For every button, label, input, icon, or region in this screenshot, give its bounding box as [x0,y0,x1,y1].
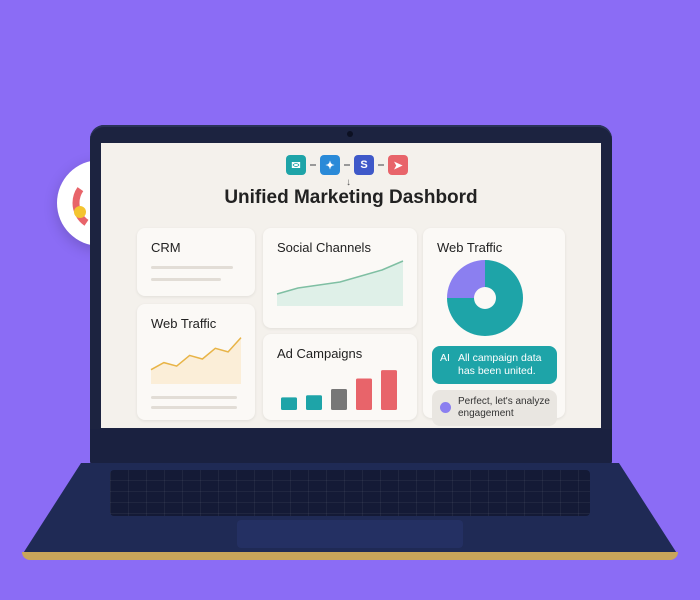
skype-icon[interactable]: S [354,155,374,175]
web-traffic-donut-chart [447,260,523,336]
send-icon[interactable]: ➤ [388,155,408,175]
keyboard [110,470,590,516]
ad-bar [356,378,372,410]
ad-bar [381,370,397,410]
crm-card[interactable]: CRM [137,228,255,296]
user-message-text: Perfect, let's analyze engagement [458,396,550,419]
user-message-bubble: Perfect, let's analyze engagement [432,390,557,426]
social-channels-card[interactable]: Social Channels [263,228,417,328]
integrations-row: ✉ ✦ S ➤ [286,155,408,175]
ai-tag: AI [440,352,450,364]
connector [310,164,316,166]
placeholder-line [151,406,237,409]
connector [344,164,350,166]
web-traffic-chat-card[interactable]: Web Traffic AI All campaign data has bee… [423,228,565,426]
chat-app-icon[interactable]: ✉ [286,155,306,175]
ai-message-text: All campaign data has been united. [458,352,542,377]
placeholder-line [151,266,233,269]
ai-message-bubble: AI All campaign data has been united. [432,346,557,384]
ad-bar [306,395,322,410]
ad-campaigns-card[interactable]: Ad Campaigns [263,334,417,420]
social-line-chart [276,260,404,306]
donut-slice [447,260,485,298]
lid-bezel [90,429,612,465]
laptop-lid: ✉ ✦ S ➤ ↓ Unified Marketing Dashbord CRM… [90,125,612,465]
web-traffic-line-chart [150,337,242,384]
web-traffic-card[interactable]: Web Traffic [137,304,255,420]
trackpad [237,520,463,548]
webcam [347,131,353,137]
ad-campaigns-bar-chart [281,370,397,410]
dashboard-title: Unified Marketing Dashbord [224,187,478,208]
connector [378,164,384,166]
laptop-gold-edge [22,552,678,560]
placeholder-line [151,278,221,281]
twitter-icon[interactable]: ✦ [320,155,340,175]
laptop-screen: ✉ ✦ S ➤ ↓ Unified Marketing Dashbord CRM… [101,143,601,428]
user-avatar-icon [440,402,451,413]
placeholder-line [151,396,237,399]
ad-bar [331,389,347,410]
crm-title: CRM [151,240,181,255]
ad-bar [281,397,297,410]
